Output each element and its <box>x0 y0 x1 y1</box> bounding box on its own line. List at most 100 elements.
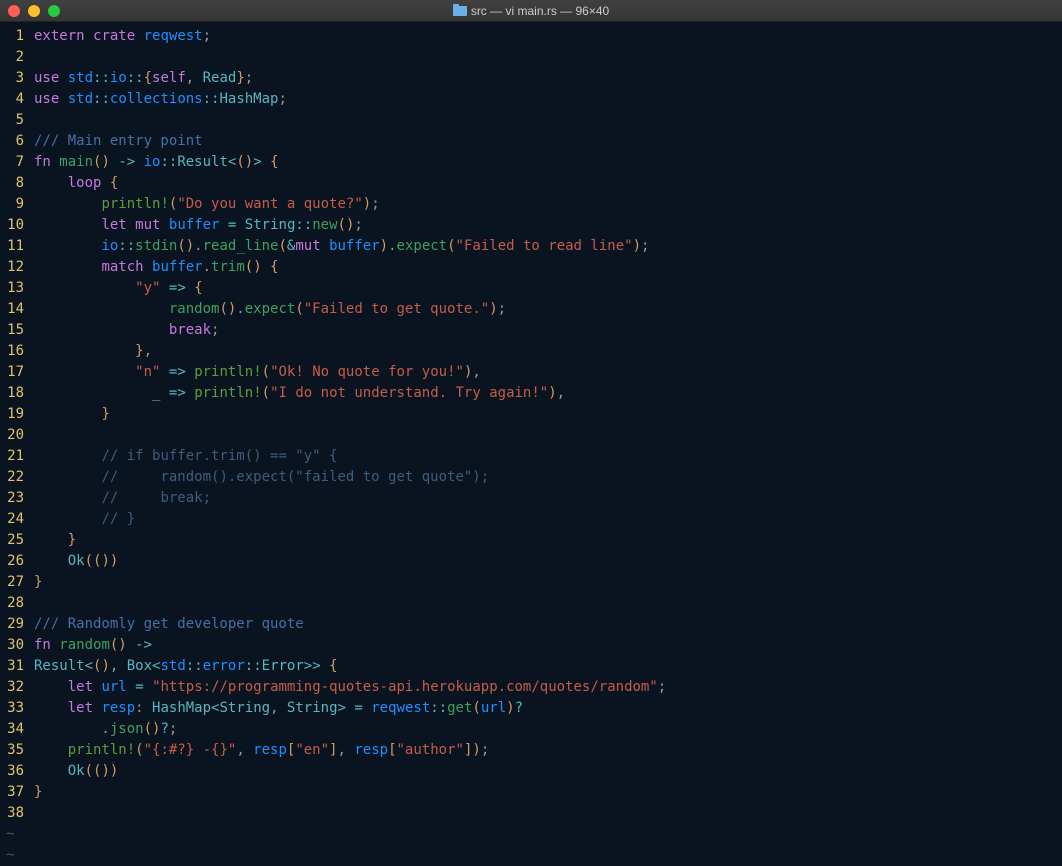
minimize-icon[interactable] <box>28 5 40 17</box>
code-content[interactable]: let url = "https://programming-quotes-ap… <box>34 677 1062 698</box>
code-content[interactable]: _ => println!("I do not understand. Try … <box>34 383 1062 404</box>
code-content[interactable]: // random().expect("failed to get quote"… <box>34 467 1062 488</box>
code-line[interactable]: 21 // if buffer.trim() == "y" { <box>0 446 1062 467</box>
code-content[interactable]: use std::collections::HashMap; <box>34 89 1062 110</box>
line-number: 4 <box>0 89 34 110</box>
line-number: 6 <box>0 131 34 152</box>
code-line[interactable]: 17 "n" => println!("Ok! No quote for you… <box>0 362 1062 383</box>
code-content[interactable]: println!("{:#?} -{}", resp["en"], resp["… <box>34 740 1062 761</box>
code-content[interactable]: // break; <box>34 488 1062 509</box>
line-number: 18 <box>0 383 34 404</box>
line-number: 20 <box>0 425 34 446</box>
code-line[interactable]: 6/// Main entry point <box>0 131 1062 152</box>
code-content[interactable]: /// Randomly get developer quote <box>34 614 1062 635</box>
line-number: 26 <box>0 551 34 572</box>
code-line[interactable]: 24 // } <box>0 509 1062 530</box>
line-number: 8 <box>0 173 34 194</box>
empty-buffer-line: ~ <box>0 824 1062 845</box>
code-line[interactable]: 38 <box>0 803 1062 824</box>
zoom-icon[interactable] <box>48 5 60 17</box>
code-line[interactable]: 31Result<(), Box<std::error::Error>> { <box>0 656 1062 677</box>
code-content[interactable]: io::stdin().read_line(&mut buffer).expec… <box>34 236 1062 257</box>
line-number: 29 <box>0 614 34 635</box>
code-line[interactable]: 36 Ok(()) <box>0 761 1062 782</box>
code-line[interactable]: 30fn random() -> <box>0 635 1062 656</box>
code-line[interactable]: 35 println!("{:#?} -{}", resp["en"], res… <box>0 740 1062 761</box>
code-content[interactable]: } <box>34 404 1062 425</box>
code-content[interactable]: random().expect("Failed to get quote."); <box>34 299 1062 320</box>
code-content[interactable]: extern crate reqwest; <box>34 26 1062 47</box>
code-content[interactable]: loop { <box>34 173 1062 194</box>
code-content[interactable]: // if buffer.trim() == "y" { <box>34 446 1062 467</box>
code-content[interactable]: use std::io::{self, Read}; <box>34 68 1062 89</box>
code-line[interactable]: 9 println!("Do you want a quote?"); <box>0 194 1062 215</box>
code-content[interactable]: Ok(()) <box>34 551 1062 572</box>
code-line[interactable]: 4use std::collections::HashMap; <box>0 89 1062 110</box>
code-line[interactable]: 27} <box>0 572 1062 593</box>
code-line[interactable]: 28 <box>0 593 1062 614</box>
code-line[interactable]: 8 loop { <box>0 173 1062 194</box>
code-content[interactable]: println!("Do you want a quote?"); <box>34 194 1062 215</box>
code-content[interactable]: } <box>34 782 1062 803</box>
code-line[interactable]: 16 }, <box>0 341 1062 362</box>
code-line[interactable]: 19 } <box>0 404 1062 425</box>
code-line[interactable]: 34 .json()?; <box>0 719 1062 740</box>
line-number: 3 <box>0 68 34 89</box>
code-content[interactable] <box>34 593 1062 614</box>
code-line[interactable]: 32 let url = "https://programming-quotes… <box>0 677 1062 698</box>
code-line[interactable]: 26 Ok(()) <box>0 551 1062 572</box>
line-number: 34 <box>0 719 34 740</box>
code-content[interactable] <box>34 47 1062 68</box>
code-line[interactable]: 25 } <box>0 530 1062 551</box>
code-line[interactable]: 37} <box>0 782 1062 803</box>
code-line[interactable]: 10 let mut buffer = String::new(); <box>0 215 1062 236</box>
code-line[interactable]: 23 // break; <box>0 488 1062 509</box>
code-line[interactable]: 22 // random().expect("failed to get quo… <box>0 467 1062 488</box>
editor-viewport[interactable]: 1extern crate reqwest;2 3use std::io::{s… <box>0 22 1062 866</box>
code-content[interactable] <box>34 110 1062 131</box>
close-icon[interactable] <box>8 5 20 17</box>
code-content[interactable]: Result<(), Box<std::error::Error>> { <box>34 656 1062 677</box>
code-line[interactable]: 18 _ => println!("I do not understand. T… <box>0 383 1062 404</box>
code-content[interactable]: let resp: HashMap<String, String> = reqw… <box>34 698 1062 719</box>
code-line[interactable]: 2 <box>0 47 1062 68</box>
empty-buffer-line: ~ <box>0 845 1062 866</box>
code-content[interactable]: fn main() -> io::Result<()> { <box>34 152 1062 173</box>
code-line[interactable]: 3use std::io::{self, Read}; <box>0 68 1062 89</box>
code-line[interactable]: 1extern crate reqwest; <box>0 26 1062 47</box>
code-content[interactable]: "y" => { <box>34 278 1062 299</box>
code-content[interactable] <box>34 425 1062 446</box>
code-content[interactable]: match buffer.trim() { <box>34 257 1062 278</box>
code-content[interactable]: Ok(()) <box>34 761 1062 782</box>
code-line[interactable]: 12 match buffer.trim() { <box>0 257 1062 278</box>
line-number: 25 <box>0 530 34 551</box>
line-number: 30 <box>0 635 34 656</box>
code-line[interactable]: 13 "y" => { <box>0 278 1062 299</box>
code-line[interactable]: 15 break; <box>0 320 1062 341</box>
code-content[interactable] <box>34 803 1062 824</box>
code-content[interactable]: /// Main entry point <box>34 131 1062 152</box>
line-number: 21 <box>0 446 34 467</box>
code-content[interactable]: break; <box>34 320 1062 341</box>
line-number: 38 <box>0 803 34 824</box>
code-content[interactable]: fn random() -> <box>34 635 1062 656</box>
code-line[interactable]: 14 random().expect("Failed to get quote.… <box>0 299 1062 320</box>
code-content[interactable]: let mut buffer = String::new(); <box>34 215 1062 236</box>
code-content[interactable]: }, <box>34 341 1062 362</box>
line-number: 19 <box>0 404 34 425</box>
code-line[interactable]: 7fn main() -> io::Result<()> { <box>0 152 1062 173</box>
code-line[interactable]: 33 let resp: HashMap<String, String> = r… <box>0 698 1062 719</box>
line-number: 16 <box>0 341 34 362</box>
line-number: 11 <box>0 236 34 257</box>
code-line[interactable]: 5 <box>0 110 1062 131</box>
code-content[interactable]: } <box>34 530 1062 551</box>
code-line[interactable]: 11 io::stdin().read_line(&mut buffer).ex… <box>0 236 1062 257</box>
code-content[interactable]: } <box>34 572 1062 593</box>
code-content[interactable]: .json()?; <box>34 719 1062 740</box>
code-line[interactable]: 20 <box>0 425 1062 446</box>
line-number: 22 <box>0 467 34 488</box>
code-content[interactable]: // } <box>34 509 1062 530</box>
code-content[interactable]: "n" => println!("Ok! No quote for you!")… <box>34 362 1062 383</box>
line-number: 9 <box>0 194 34 215</box>
code-line[interactable]: 29/// Randomly get developer quote <box>0 614 1062 635</box>
